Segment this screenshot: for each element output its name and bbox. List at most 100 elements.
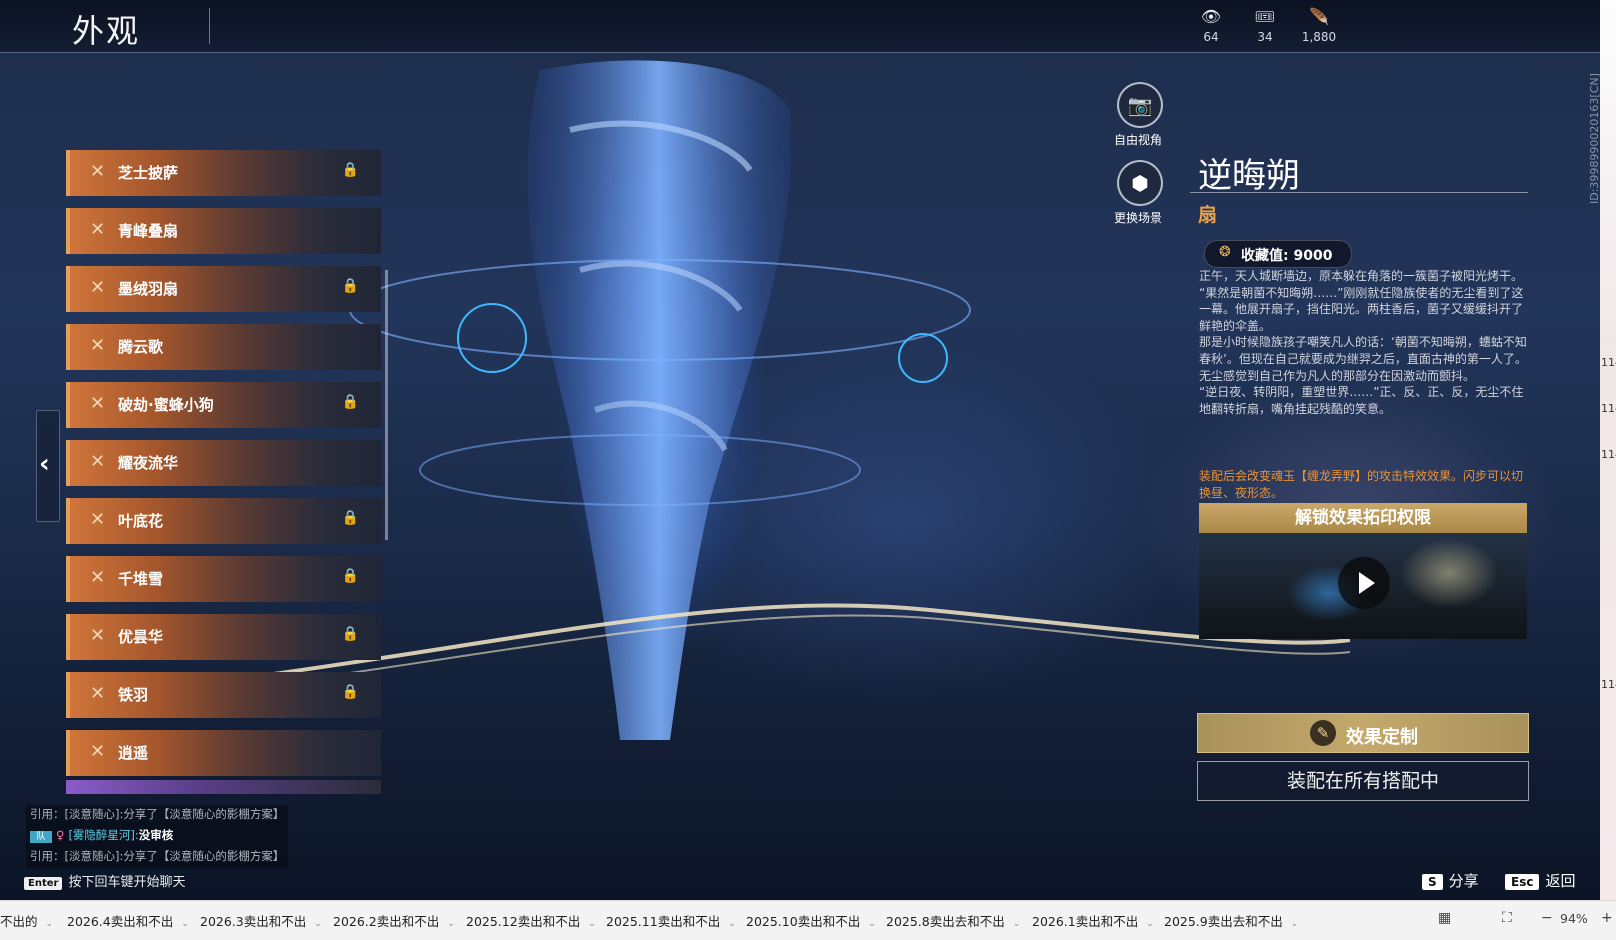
grid-view-icon[interactable]: ▦ xyxy=(1438,910,1451,926)
lock-icon: 🔒 xyxy=(341,626,359,642)
chat-line: 引用：[淡意随心]:分享了【淡意随心的影棚方案】 xyxy=(26,805,289,826)
list-item[interactable]: ✕ 耀夜流华 xyxy=(66,440,381,486)
sheet-tab[interactable]: 2025.8卖出去和不出 ⌄ xyxy=(886,911,1020,930)
list-item[interactable]: ✕ 逍遥 xyxy=(66,730,381,776)
free-view-label: 自由视角 xyxy=(1113,133,1162,147)
zoom-in-button[interactable]: + xyxy=(1601,910,1613,926)
sheet-tab[interactable]: 2025.9卖出去和不出 ⌄ xyxy=(1164,911,1298,930)
page-title: 外观 xyxy=(72,12,141,50)
currency-feather[interactable]: 🪶 1,880 xyxy=(1294,7,1344,45)
sheet-tab[interactable]: 2025.10卖出和不出 ⌄ xyxy=(746,911,876,930)
top-divider xyxy=(0,52,1600,53)
light-streak xyxy=(230,603,1350,691)
effect-customize-button[interactable]: ✎ 效果定制 xyxy=(1197,713,1529,753)
back-button[interactable]: Esc 返回 xyxy=(1505,870,1575,891)
list-item-label: 破劫·蜜蜂小狗 xyxy=(118,396,214,414)
list-item[interactable]: ✕ 芝士披萨 🔒 xyxy=(66,150,381,196)
item-name: 逆晦朔 xyxy=(1198,156,1300,196)
chevron-down-icon: ⌄ xyxy=(588,919,596,929)
share-button[interactable]: S 分享 xyxy=(1422,870,1479,891)
list-item[interactable]: ✕ 优昙华 🔒 xyxy=(66,614,381,660)
fullscreen-icon[interactable]: ⛶ xyxy=(1502,910,1512,926)
chevron-down-icon: ⌄ xyxy=(868,919,876,929)
edge-number: 114 xyxy=(1601,678,1616,691)
chat-message: 没审核 xyxy=(138,828,174,842)
list-item[interactable]: ✕ 叶底花 🔒 xyxy=(66,498,381,544)
list-item-label: 千堆雪 xyxy=(118,570,164,588)
s-key-icon: S xyxy=(1422,874,1443,890)
chat-line: 引用：[淡意随心]:分享了【淡意随心的影棚方案】 xyxy=(26,847,289,868)
feather-currency-icon: 🪶 xyxy=(1309,7,1329,26)
chevron-down-icon: ⌄ xyxy=(1012,919,1021,929)
fan-icon: ✕ xyxy=(90,741,106,762)
chevron-down-icon: ⌄ xyxy=(728,919,736,929)
list-item[interactable]: ✕ 腾云歌 xyxy=(66,324,381,370)
chevron-down-icon: ⌄ xyxy=(447,919,455,929)
list-item[interactable]: ✕ 墨绒羽扇 🔒 xyxy=(66,266,381,312)
fan-icon: ✕ xyxy=(90,567,106,588)
sheet-tab[interactable]: 不出的 ⌄ xyxy=(0,911,53,930)
token-currency-icon: 🎟 xyxy=(1254,7,1276,26)
lock-icon: 🔒 xyxy=(341,278,359,294)
sheet-tab-label: 2025.9卖出去和不出 xyxy=(1164,914,1283,929)
fan-icon: ✕ xyxy=(90,625,106,646)
currency-eye[interactable]: 👁 64 xyxy=(1186,7,1236,45)
sheet-tab-label: 2026.1卖出和不出 xyxy=(1032,914,1139,929)
sheet-tab-label: 2026.2卖出和不出 xyxy=(333,914,440,929)
lock-icon: 🔒 xyxy=(341,394,359,410)
list-item-label: 腾云歌 xyxy=(118,338,164,356)
chevron-down-icon: ⌄ xyxy=(181,919,189,929)
team-channel-tag: 队 xyxy=(30,831,52,843)
chat-line: 队 ♀ [雾隐醉星河]:没审核 xyxy=(26,826,289,847)
list-next-item-peek[interactable] xyxy=(66,780,381,794)
free-view-button[interactable]: 📷 xyxy=(1117,82,1163,128)
description-paragraph: “果然是朝菌不知晦朔……”刚刚就任隐族使者的无尘看到了这一幕。他展开扇子，挡住阳… xyxy=(1199,285,1524,333)
list-item[interactable]: ✕ 青峰叠扇 xyxy=(66,208,381,254)
chat-enter-hint[interactable]: Enter 按下回车键开始聊天 xyxy=(24,871,185,890)
fan-icon: ✕ xyxy=(90,683,106,704)
fan-icon: ✕ xyxy=(90,393,106,414)
fan-icon: ✕ xyxy=(90,219,106,240)
list-item[interactable]: ✕ 铁羽 🔒 xyxy=(66,672,381,718)
sheet-tab[interactable]: 2025.11卖出和不出 ⌄ xyxy=(606,911,736,930)
top-bar: 外观 👁 64 🎟 34 🪶 1,880 xyxy=(0,0,1600,52)
window-edge: 114 114 114 114 xyxy=(1600,0,1616,900)
currency-token[interactable]: 🎟 34 xyxy=(1240,7,1290,45)
fan-icon: ✕ xyxy=(90,509,106,530)
collection-value-badge: ❂ 收藏值: 9000 xyxy=(1204,240,1352,268)
sheet-tab[interactable]: 2026.4卖出和不出 ⌄ xyxy=(67,911,189,930)
sheet-tab[interactable]: 2026.3卖出和不出 ⌄ xyxy=(200,911,322,930)
zoom-level[interactable]: 94% xyxy=(1560,911,1588,926)
sheet-tab-label: 2025.12卖出和不出 xyxy=(466,914,581,929)
change-scene-button[interactable]: ⬢ xyxy=(1117,160,1163,206)
zoom-out-button[interactable]: − xyxy=(1541,910,1553,926)
play-icon[interactable] xyxy=(1338,557,1390,609)
chat-log: 引用：[淡意随心]:分享了【淡意随心的影棚方案】 队 ♀ [雾隐醉星河]:没审核 引… xyxy=(26,805,289,868)
esc-key-icon: Esc xyxy=(1505,874,1540,890)
effect-note: 装配后会改变魂玉【缠龙弄野】的攻击特效效果。闪步可以切换昼、夜形态。 xyxy=(1199,469,1524,500)
item-type: 扇 xyxy=(1198,204,1218,226)
eye-currency-icon: 👁 xyxy=(1200,7,1222,26)
list-scrollbar[interactable] xyxy=(385,270,388,540)
female-icon: ♀ xyxy=(56,828,65,842)
description-paragraph: 正午，天人城断墙边，原本躲在角落的一簇菌子被阳光烤干。 xyxy=(1199,269,1524,283)
currency-value: 34 xyxy=(1257,30,1273,44)
list-item-label: 芝士披萨 xyxy=(118,164,179,182)
list-item-label: 青峰叠扇 xyxy=(118,222,179,240)
list-item[interactable]: ✕ 千堆雪 🔒 xyxy=(66,556,381,602)
sheet-tab-label: 2025.10卖出和不出 xyxy=(746,914,861,929)
equip-all-button[interactable]: 装配在所有搭配中 xyxy=(1197,761,1529,801)
camera-icon: 📷 xyxy=(1127,93,1153,117)
list-item[interactable]: ✕ 破劫·蜜蜂小狗 🔒 xyxy=(66,382,381,428)
chat-sender[interactable]: [雾隐醉星河]: xyxy=(68,828,138,842)
sheet-tab[interactable]: 2026.1卖出和不出 ⌄ xyxy=(1032,911,1154,930)
brush-icon: ✎ xyxy=(1310,720,1336,746)
lock-icon: 🔒 xyxy=(341,162,359,178)
effect-preview-video[interactable] xyxy=(1199,533,1527,639)
enter-key-icon: Enter xyxy=(24,877,63,890)
sheet-tab[interactable]: 2025.12卖出和不出 ⌄ xyxy=(466,911,596,930)
effect-customize-label: 效果定制 xyxy=(1346,727,1418,748)
sheet-tab[interactable]: 2026.2卖出和不出 ⌄ xyxy=(333,911,455,930)
collapse-panel-button[interactable]: ‹ xyxy=(36,410,60,522)
sheet-tab-label: 不出的 xyxy=(0,914,38,929)
